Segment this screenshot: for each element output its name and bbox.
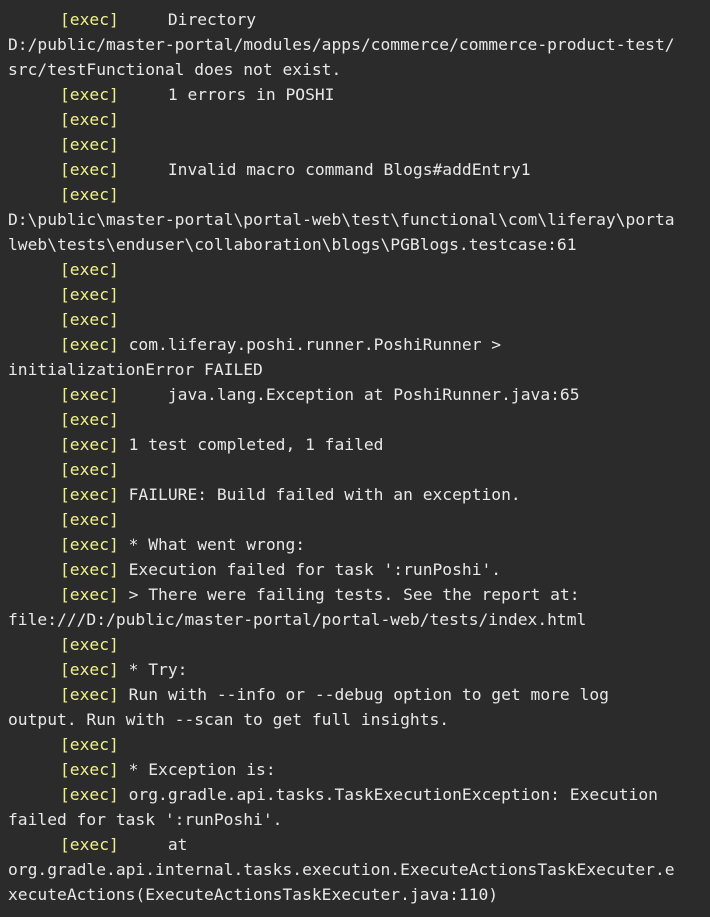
console-line-text: Run with --info or --debug option to get…: [118, 685, 609, 704]
console-line-text: output. Run with --scan to get full insi…: [8, 710, 450, 729]
console-line-text: at: [118, 835, 188, 854]
exec-tag: [exec]: [60, 160, 119, 179]
console-line: [exec]: [0, 307, 710, 332]
console-line-text: xecuteActions(ExecuteActionsTaskExecuter…: [8, 885, 499, 904]
exec-tag: [exec]: [60, 185, 119, 204]
console-line: D:\public\master-portal\portal-web\test\…: [0, 207, 710, 232]
console-line-text: > There were failing tests. See the repo…: [118, 585, 580, 604]
console-line: [exec]: [0, 457, 710, 482]
console-line: [exec] 1 errors in POSHI: [0, 82, 710, 107]
console-line: [exec]: [0, 282, 710, 307]
console-line-text: file:///D:/public/master-portal/portal-w…: [8, 610, 587, 629]
console-line: [exec] Execution failed for task ':runPo…: [0, 557, 710, 582]
console-line-text: D:/public/master-portal/modules/apps/com…: [8, 35, 675, 54]
console-line-text: D:\public\master-portal\portal-web\test\…: [8, 210, 675, 229]
console-line: [exec]: [0, 107, 710, 132]
exec-tag: [exec]: [60, 510, 119, 529]
console-line-text: * Exception is:: [118, 760, 276, 779]
console-line: xecuteActions(ExecuteActionsTaskExecuter…: [0, 882, 710, 907]
console-line: [exec] org.gradle.api.tasks.TaskExecutio…: [0, 782, 710, 807]
console-line-text: failed for task ':runPoshi'.: [8, 810, 283, 829]
console-line-text: Invalid macro command Blogs#addEntry1: [118, 160, 531, 179]
console-line: [exec]: [0, 132, 710, 157]
console-line: [exec]: [0, 182, 710, 207]
exec-tag: [exec]: [60, 460, 119, 479]
exec-tag: [exec]: [60, 560, 119, 579]
console-output: [exec] Directory D:/public/master-portal/…: [0, 0, 710, 917]
console-line-text: com.liferay.poshi.runner.PoshiRunner >: [118, 335, 502, 354]
exec-tag: [exec]: [60, 385, 119, 404]
exec-tag: [exec]: [60, 260, 119, 279]
exec-tag: [exec]: [60, 310, 119, 329]
console-line: [exec]: [0, 732, 710, 757]
exec-tag: [exec]: [60, 685, 119, 704]
exec-tag: [exec]: [60, 835, 119, 854]
console-line-text: * Try:: [118, 660, 188, 679]
console-line: initializationError FAILED: [0, 357, 710, 382]
exec-tag: [exec]: [60, 660, 119, 679]
console-line: [exec] com.liferay.poshi.runner.PoshiRun…: [0, 332, 710, 357]
console-line-text: org.gradle.api.tasks.TaskExecutionExcept…: [118, 785, 658, 804]
exec-tag: [exec]: [60, 760, 119, 779]
console-line-text: 1 errors in POSHI: [118, 85, 335, 104]
console-line: lweb\tests\enduser\collaboration\blogs\P…: [0, 232, 710, 257]
exec-tag: [exec]: [60, 535, 119, 554]
console-line-text: Directory: [118, 10, 257, 29]
exec-tag: [exec]: [60, 410, 119, 429]
console-line-text: org.gradle.api.internal.tasks.execution.…: [8, 860, 675, 879]
console-line: src/testFunctional does not exist.: [0, 57, 710, 82]
console-line: [exec] * Exception is:: [0, 757, 710, 782]
console-line: [exec] * Try:: [0, 657, 710, 682]
console-line: output. Run with --scan to get full insi…: [0, 707, 710, 732]
exec-tag: [exec]: [60, 585, 119, 604]
console-line-text: java.lang.Exception at PoshiRunner.java:…: [118, 385, 580, 404]
console-line: failed for task ':runPoshi'.: [0, 807, 710, 832]
console-line: [exec]: [0, 632, 710, 657]
exec-tag: [exec]: [60, 435, 119, 454]
console-line-text: initializationError FAILED: [8, 360, 263, 379]
console-line: D:/public/master-portal/modules/apps/com…: [0, 32, 710, 57]
console-line: org.gradle.api.internal.tasks.execution.…: [0, 857, 710, 882]
exec-tag: [exec]: [60, 285, 119, 304]
exec-tag: [exec]: [60, 635, 119, 654]
console-line-text: lweb\tests\enduser\collaboration\blogs\P…: [8, 235, 577, 254]
console-line: [exec] Invalid macro command Blogs#addEn…: [0, 157, 710, 182]
console-line: [exec]: [0, 257, 710, 282]
console-line: [exec] at: [0, 832, 710, 857]
exec-tag: [exec]: [60, 10, 119, 29]
console-line-text: * What went wrong:: [118, 535, 306, 554]
exec-tag: [exec]: [60, 785, 119, 804]
console-line: [exec]: [0, 407, 710, 432]
console-line-text: src/testFunctional does not exist.: [8, 60, 342, 79]
console-line-text: 1 test completed, 1 failed: [118, 435, 384, 454]
console-line-text: Execution failed for task ':runPoshi'.: [118, 560, 502, 579]
console-line: file:///D:/public/master-portal/portal-w…: [0, 607, 710, 632]
exec-tag: [exec]: [60, 335, 119, 354]
console-line: [exec]: [0, 507, 710, 532]
console-line: [exec] FAILURE: Build failed with an exc…: [0, 482, 710, 507]
exec-tag: [exec]: [60, 110, 119, 129]
exec-tag: [exec]: [60, 485, 119, 504]
console-line: [exec] 1 test completed, 1 failed: [0, 432, 710, 457]
console-line: [exec] java.lang.Exception at PoshiRunne…: [0, 382, 710, 407]
console-line: [exec] * What went wrong:: [0, 532, 710, 557]
exec-tag: [exec]: [60, 135, 119, 154]
console-line: [exec] Run with --info or --debug option…: [0, 682, 710, 707]
console-line: [exec] Directory: [0, 7, 710, 32]
console-line: [exec] > There were failing tests. See t…: [0, 582, 710, 607]
exec-tag: [exec]: [60, 85, 119, 104]
console-line-text: FAILURE: Build failed with an exception.: [118, 485, 521, 504]
exec-tag: [exec]: [60, 735, 119, 754]
